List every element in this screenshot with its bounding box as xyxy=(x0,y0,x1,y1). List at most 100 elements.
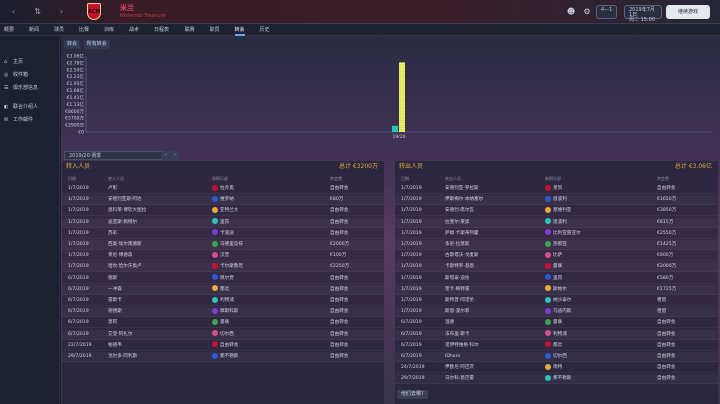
column-header[interactable]: 转会费 xyxy=(657,174,669,183)
score-pill[interactable]: 4—1 xyxy=(596,5,618,19)
table-row[interactable]: 6/7/2019 艾登·阿扎尔 切尔西 自由转会 xyxy=(62,330,384,340)
club-cell[interactable]: 拉齐奥 xyxy=(212,184,234,194)
club-cell[interactable]: 里昂 xyxy=(212,218,229,228)
player-cell[interactable]: 诺伊特维格·科尔 xyxy=(445,341,479,351)
sidebar-item[interactable]: ◎ 收件箱 xyxy=(4,70,28,80)
player-cell[interactable]: 莱尼·博德森 xyxy=(108,251,132,261)
next-season-button[interactable]: › xyxy=(171,151,179,160)
gear-icon[interactable]: ⚙ xyxy=(582,7,592,17)
table-row[interactable]: 1/7/2019 迪亚斯·佩特尔 里昂 自由转会 xyxy=(62,218,384,228)
chart-bar[interactable] xyxy=(392,125,398,132)
club-cell[interactable]: 恩波利 xyxy=(545,195,567,205)
player-cell[interactable]: 戈尔多·阿利斯 xyxy=(108,352,137,362)
club-cell[interactable]: 卡尔斯鲁厄 xyxy=(212,262,243,272)
club-cell[interactable]: 都灵 xyxy=(212,285,229,295)
club-cell[interactable]: 自由转会 xyxy=(212,341,238,351)
player-cell[interactable]: 一冲森 xyxy=(108,285,122,295)
player-cell[interactable]: 卢彰 xyxy=(108,184,117,194)
club-cell[interactable]: 莱凯 xyxy=(545,184,562,194)
menu-item[interactable]: 球员 xyxy=(54,24,64,36)
continue-button[interactable]: 继续游戏 xyxy=(666,5,710,19)
club-cell[interactable]: 马德里竞技 xyxy=(212,240,243,250)
club-cell[interactable]: 恩波利 xyxy=(545,218,567,228)
column-header[interactable]: 日期 xyxy=(68,174,76,183)
player-cell[interactable]: 斯恩·波尔菲 xyxy=(445,307,469,317)
sidebar-item[interactable]: ◐ 联合介绍人 xyxy=(4,102,38,112)
club-cell[interactable]: 里昂 xyxy=(545,274,562,284)
where-did-they-go-button[interactable]: 他们去哪? xyxy=(397,390,428,399)
table-row[interactable]: 1/7/2019 卡斯特罗·基恩 曼联 €2000万 xyxy=(395,262,718,273)
club-cell[interactable]: 那不勒斯 xyxy=(212,352,238,362)
menu-item[interactable]: 职员 xyxy=(210,24,220,36)
chart-filter-select[interactable]: 所有转会 xyxy=(83,40,110,49)
table-row[interactable]: 1/7/2019 莱尼·博德森 汉堡 €100万 xyxy=(62,251,384,262)
club-cell[interactable]: 曼联 xyxy=(545,262,562,272)
player-cell[interactable]: 伊欧尼·阿巴茨 xyxy=(445,363,474,373)
table-row[interactable]: 1/7/2019 多尼·拉莫斯 热那亚 €1425万 xyxy=(395,240,718,250)
player-cell[interactable]: IDhoro xyxy=(445,352,460,362)
player-cell[interactable]: 莫阿 xyxy=(108,318,117,328)
club-cell[interactable]: 佩尔贾 xyxy=(212,274,234,284)
table-row[interactable]: 1/7/2019 恩科莱·博钦大图拉 亚特兰大 自由转会 xyxy=(62,206,384,217)
table-row[interactable]: 1/7/2019 萨姆·卡斯蒂列霍 比利亚雷亚尔 €2550万 xyxy=(395,229,718,239)
club-cell[interactable]: 卡波迪 xyxy=(212,229,234,239)
player-cell[interactable]: 古斯塔沃·戈麦斯 xyxy=(445,251,479,261)
club-cell[interactable]: 利物浦 xyxy=(545,330,567,340)
menu-item[interactable]: 战术 xyxy=(129,24,139,36)
player-cell[interactable]: 卡斯特罗·基恩 xyxy=(445,262,474,272)
table-row[interactable]: 1/7/2019 古斯塔沃·戈麦斯 比萨 €800万 xyxy=(395,251,718,262)
table-row[interactable]: 6/7/2019 雷斯卡 利物浦 自由转会 xyxy=(62,296,384,306)
player-cell[interactable]: 迪亚斯·佩特尔 xyxy=(108,218,137,228)
menu-item[interactable]: 转会 xyxy=(234,24,245,36)
player-cell[interactable]: 安德烈亚·罗拉斯 xyxy=(445,184,479,194)
player-cell[interactable]: 恩科莱·博钦大图拉 xyxy=(108,206,146,216)
table-row[interactable]: 1/7/2019 拉斐尔·莱奥 恩波利 €815万 xyxy=(395,218,718,228)
updown-icon[interactable]: ⇅ xyxy=(32,6,43,17)
club-cell[interactable]: 曼联 xyxy=(212,318,229,328)
sidebar-item[interactable]: ⌂ 主页 xyxy=(4,57,23,67)
forward-icon[interactable]: › xyxy=(56,6,67,17)
player-cell[interactable]: 安德烈·席尔瓦 xyxy=(445,206,474,216)
table-row[interactable]: 1/7/2019 苏彩 卡波迪 自由转会 xyxy=(62,229,384,239)
table-row[interactable]: 6/7/2019 IDhoro 切尔西 自由转会 xyxy=(395,352,718,362)
column-header[interactable]: 转出人员 xyxy=(445,174,461,183)
menu-item[interactable]: 联赛 xyxy=(185,24,195,36)
table-row[interactable]: 1/7/2019 西奥·埃尔南德斯 马德里竞技 €2000万 xyxy=(62,240,384,250)
club-cell[interactable]: 乌迪内斯 xyxy=(545,307,571,317)
player-cell[interactable]: 马尔科·恩巴雷 xyxy=(445,374,474,384)
table-row[interactable]: 1/7/2019 伊斯梅尔·本纳塞尔 恩波利 €1650万 xyxy=(395,195,718,206)
menu-item[interactable]: 历史 xyxy=(260,24,270,36)
player-cell[interactable]: 萨姆·卡斯蒂列霍 xyxy=(445,229,479,239)
club-cell[interactable]: 亚特兰大 xyxy=(212,206,238,216)
club-cell[interactable]: 热那亚 xyxy=(545,240,567,250)
table-row[interactable]: 6/7/2019 法布里·斯卡 利物浦 自由转会 xyxy=(395,330,718,340)
table-row[interactable]: 29/7/2019 马尔科·恩巴雷 那不勒斯 自由转会 xyxy=(395,374,718,385)
date-pill[interactable]: 2019年7月1日 周二 15:00 xyxy=(624,5,662,23)
player-cell[interactable]: 多尼·拉莫斯 xyxy=(445,240,469,250)
table-row[interactable]: 1/7/2019 斯恩·波尔菲 乌迪内斯 租借 xyxy=(395,307,718,318)
table-row[interactable]: 6/7/2019 诺伊特维格·科尔 都灵 自由转会 xyxy=(395,341,718,351)
player-cell[interactable]: 西奥·埃尔南德斯 xyxy=(108,240,142,250)
table-row[interactable]: 1/7/2019 斯特普·阿诺伦 纳沙泰尔 租借 xyxy=(395,296,718,306)
club-cell[interactable]: 曼联 xyxy=(545,318,562,328)
club-cell[interactable]: 摩斯科斯 xyxy=(212,307,238,317)
table-row[interactable]: 6/7/2019 一冲森 都灵 自由转会 xyxy=(62,285,384,295)
player-cell[interactable]: 伊斯梅尔·本纳塞尔 xyxy=(445,195,483,205)
table-row[interactable]: 1/7/2019 哈坎·恰尔汗奥卢 卡尔斯鲁厄 €2250万 xyxy=(62,262,384,273)
player-cell[interactable]: 雷斯卡 xyxy=(108,296,122,306)
club-cell[interactable]: 塞维利亚 xyxy=(545,206,571,216)
menu-item[interactable]: 新闻 xyxy=(29,24,39,36)
table-row[interactable]: 22/7/2019 帕德韦 自由转会 自由转会 xyxy=(62,341,384,351)
player-cell[interactable]: 苏彩 xyxy=(108,229,117,239)
club-cell[interactable]: 切尔西 xyxy=(212,330,234,340)
club-cell[interactable]: 比利亚雷亚尔 xyxy=(545,229,581,239)
player-cell[interactable]: 斯特普·阿诺伦 xyxy=(445,296,474,306)
club-cell[interactable]: 斯帕尔 xyxy=(545,285,567,295)
club-cell[interactable]: 都灵 xyxy=(545,341,562,351)
club-cell[interactable]: 比萨 xyxy=(545,251,562,261)
player-cell[interactable]: 奎卡·梅特雷 xyxy=(445,285,469,295)
column-header[interactable]: 新俱乐部 xyxy=(545,174,561,183)
season-select[interactable]: 2019/20 赛季 xyxy=(64,151,164,160)
player-cell[interactable]: 安德烈亚斯·阿达 xyxy=(108,195,142,205)
club-cell[interactable]: 利物浦 xyxy=(212,296,234,306)
